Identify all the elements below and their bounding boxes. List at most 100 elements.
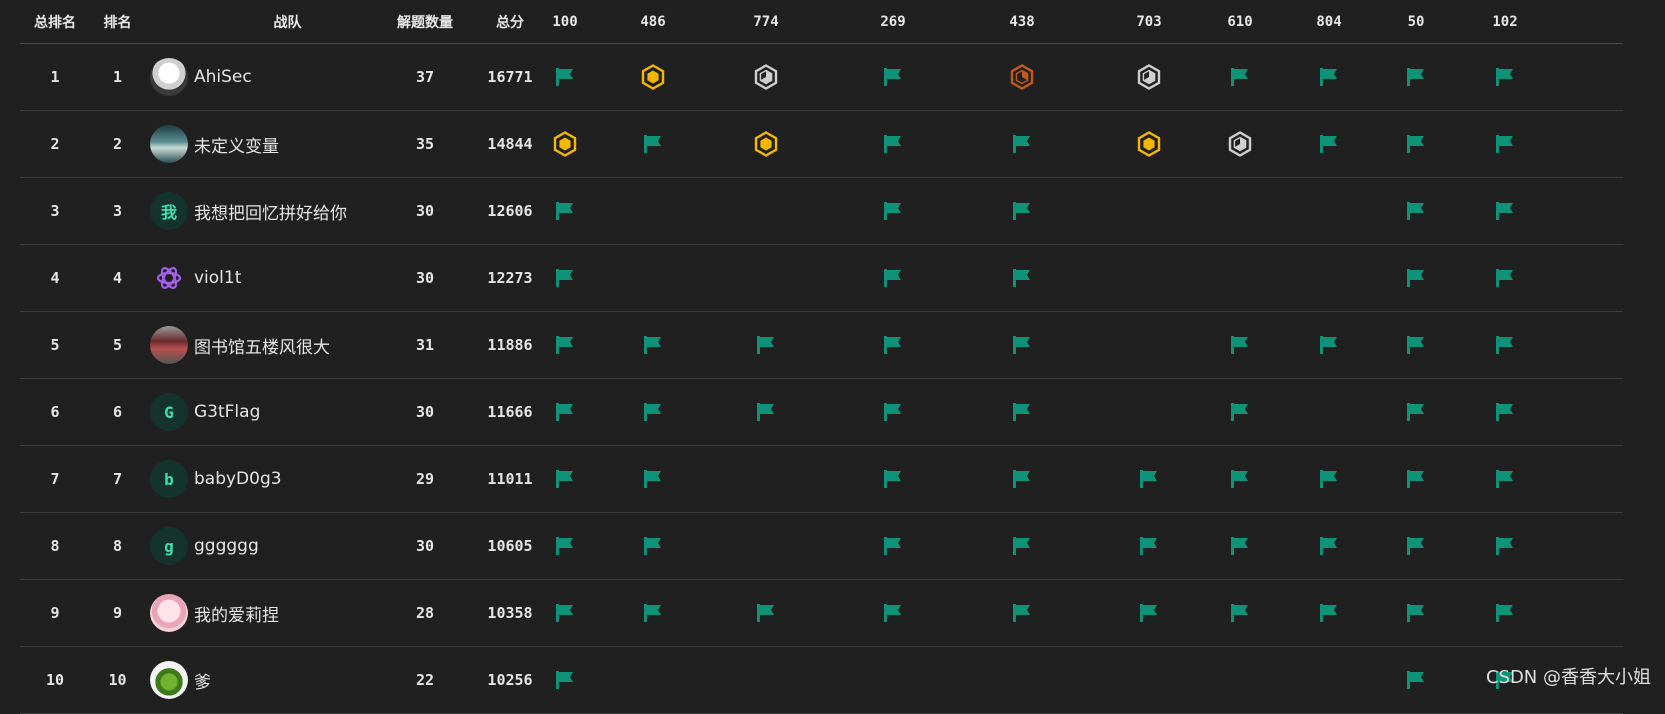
table-row[interactable]: 55图书馆五楼风很大3111886 (20, 312, 1623, 379)
challenge-cell (1210, 647, 1270, 713)
flag-icon (1318, 535, 1340, 557)
flag-icon (1494, 267, 1516, 289)
overall-rank: 4 (20, 245, 90, 311)
challenge-cell (1475, 446, 1535, 512)
challenge-cell (535, 580, 595, 646)
challenge-cell (863, 312, 923, 378)
table-row[interactable]: 33我我想把回忆拼好给你3012606 (20, 178, 1623, 245)
flag-icon (882, 200, 904, 222)
header-challenge-1[interactable]: 486 (613, 0, 693, 43)
team-name[interactable]: babyD0g3 (194, 469, 282, 489)
header-solved[interactable]: 解题数量 (380, 0, 470, 43)
challenge-cell (992, 647, 1052, 713)
header-challenge-9[interactable]: 102 (1465, 0, 1545, 43)
flag-icon (1494, 468, 1516, 490)
team-name[interactable]: 爹 (194, 668, 211, 693)
challenge-cell (736, 513, 796, 579)
overall-rank: 7 (20, 446, 90, 512)
challenge-cell (1386, 111, 1446, 177)
table-row[interactable]: 88ggggggg3010605 (20, 513, 1623, 580)
table-row[interactable]: 66GG3tFlag3011666 (20, 379, 1623, 446)
header-team[interactable]: 战队 (195, 0, 380, 43)
team-name[interactable]: 我的爱莉捏 (194, 601, 279, 626)
table-row[interactable]: 1010爹2210256 (20, 647, 1623, 714)
rank: 6 (90, 379, 145, 445)
flag-icon (1405, 133, 1427, 155)
challenge-cell (623, 647, 683, 713)
header-challenge-4[interactable]: 438 (982, 0, 1062, 43)
team-cell[interactable]: 我我想把回忆拼好给你 (150, 178, 380, 244)
challenge-cell (1299, 647, 1359, 713)
header-challenge-0[interactable]: 100 (525, 0, 605, 43)
second-blood-icon (1227, 131, 1253, 157)
table-row[interactable]: 44viol1t3012273 (20, 245, 1623, 312)
table-row[interactable]: 77bbabyD0g32911011 (20, 446, 1623, 513)
header-challenge-8[interactable]: 50 (1376, 0, 1456, 43)
challenge-cell (992, 44, 1052, 110)
team-cell[interactable]: ggggggg (150, 513, 380, 579)
challenge-cell (1475, 312, 1535, 378)
header-rank[interactable]: 排名 (90, 0, 145, 43)
header-challenge-5[interactable]: 703 (1109, 0, 1189, 43)
solved-count: 31 (380, 312, 470, 378)
challenge-cell (992, 111, 1052, 177)
header-challenge-2[interactable]: 774 (726, 0, 806, 43)
rank: 1 (90, 44, 145, 110)
challenge-cell (623, 245, 683, 311)
flag-icon (882, 334, 904, 356)
first-blood-icon (753, 131, 779, 157)
flag-icon (755, 602, 777, 624)
team-cell[interactable]: G G3tFlag (150, 379, 380, 445)
solved-count: 30 (380, 379, 470, 445)
team-name[interactable]: 图书馆五楼风很大 (194, 333, 330, 358)
flag-icon (1229, 468, 1251, 490)
header-challenge-3[interactable]: 269 (853, 0, 933, 43)
rank: 3 (90, 178, 145, 244)
challenge-cell (1386, 312, 1446, 378)
team-cell[interactable]: 图书馆五楼风很大 (150, 312, 380, 378)
team-avatar: G (150, 393, 188, 431)
challenge-cell (736, 44, 796, 110)
team-cell[interactable]: 未定义变量 (150, 111, 380, 177)
team-name[interactable]: G3tFlag (194, 402, 260, 422)
team-name[interactable]: 未定义变量 (194, 132, 279, 157)
flag-icon (1229, 602, 1251, 624)
flag-icon (554, 200, 576, 222)
team-cell[interactable]: bbabyD0g3 (150, 446, 380, 512)
team-name[interactable]: viol1t (194, 268, 241, 288)
flag-icon (1011, 267, 1033, 289)
team-cell[interactable]: viol1t (150, 245, 380, 311)
challenge-cell (1210, 379, 1270, 445)
challenge-cell (992, 245, 1052, 311)
team-name[interactable]: gggggg (194, 536, 259, 556)
table-row[interactable]: 11AhiSec3716771 (20, 44, 1623, 111)
flag-icon (1011, 200, 1033, 222)
table-row[interactable]: 22未定义变量3514844 (20, 111, 1623, 178)
flag-icon (1318, 133, 1340, 155)
challenge-cell (1210, 446, 1270, 512)
scoreboard-header: 总排名 排名 战队 解题数量 总分 1004867742694387036108… (20, 0, 1623, 44)
team-cell[interactable]: AhiSec (150, 44, 380, 110)
overall-rank: 5 (20, 312, 90, 378)
challenge-cell (535, 513, 595, 579)
challenge-cell (1475, 245, 1535, 311)
challenge-cell (863, 379, 923, 445)
team-cell[interactable]: 我的爱莉捏 (150, 580, 380, 646)
team-name[interactable]: 我想把回忆拼好给你 (194, 199, 347, 224)
table-row[interactable]: 99我的爱莉捏2810358 (20, 580, 1623, 647)
team-avatar: 我 (150, 192, 188, 230)
challenge-cell (1386, 647, 1446, 713)
team-name[interactable]: AhiSec (194, 67, 252, 87)
team-cell[interactable]: 爹 (150, 647, 380, 713)
flag-icon (554, 267, 576, 289)
header-challenge-6[interactable]: 610 (1200, 0, 1280, 43)
overall-rank: 8 (20, 513, 90, 579)
header-challenge-7[interactable]: 804 (1289, 0, 1369, 43)
scoreboard: 总排名 排名 战队 解题数量 总分 1004867742694387036108… (20, 0, 1623, 701)
flag-icon (1494, 602, 1516, 624)
flag-icon (1405, 66, 1427, 88)
flag-icon (1405, 468, 1427, 490)
flag-icon (1229, 334, 1251, 356)
header-overall-rank[interactable]: 总排名 (20, 0, 90, 43)
challenge-cell (1119, 580, 1179, 646)
